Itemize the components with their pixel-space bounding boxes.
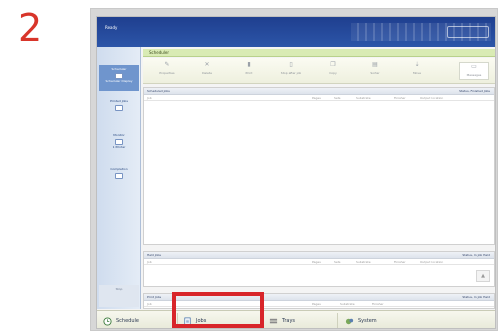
- column-header: Job: [147, 302, 152, 306]
- toolbar: ✎ Properties ✕ Delete ▮ Print ▯ Stop aft…: [143, 58, 495, 84]
- sort-icon: ▤: [372, 61, 378, 68]
- move-icon: ⇣: [414, 61, 420, 68]
- printer-control-screen: Ready Scheduled Jobs Scheduler Scheduler…: [96, 16, 496, 329]
- column-header: Pages: [312, 96, 321, 100]
- section-title: Print Jobs: [147, 295, 162, 299]
- title-bar: Ready: [97, 17, 495, 47]
- column-header: Substrate: [356, 260, 371, 264]
- copy-icon: ❐: [330, 61, 336, 68]
- column-headers: Job Pages Sets Substrate Finisher Output…: [144, 259, 494, 265]
- scheduler-header-title: Scheduler: [149, 50, 170, 55]
- column-header: Pages: [312, 302, 321, 306]
- toolbar-label: Move: [412, 71, 422, 75]
- clock-icon: [103, 316, 112, 326]
- sidebar-item-printed-jobs[interactable]: Printed Jobs: [99, 97, 139, 123]
- printer-icon: [115, 105, 123, 111]
- nav-label: Schedule: [116, 318, 139, 324]
- print-button[interactable]: ▮ Print: [231, 61, 267, 81]
- print-icon: ▮: [247, 61, 251, 68]
- bottom-navigation: Schedule Jobs Trays System: [97, 310, 495, 328]
- section-header: Scheduled Jobs Status, Finished Jobs: [144, 88, 494, 95]
- copy-button[interactable]: ❐ Copy: [315, 61, 351, 81]
- brand-logo-icon: [447, 26, 489, 38]
- sidebar-item-label: Monitor: [113, 133, 125, 137]
- sidebar: Scheduled Jobs Scheduler Scheduler Displ…: [97, 47, 141, 309]
- sidebar-stop-button[interactable]: Stop: [99, 285, 139, 307]
- column-header: Output location: [420, 96, 444, 100]
- held-jobs-list[interactable]: Held Jobs Status, In Job Held Job Pages …: [143, 251, 495, 287]
- column-header: Finisher: [372, 302, 384, 306]
- pencil-icon: ✎: [164, 61, 170, 68]
- delete-button[interactable]: ✕ Delete: [189, 61, 225, 81]
- column-header: Substrate: [356, 96, 371, 100]
- completion-icon: [115, 173, 123, 179]
- column-headers: Job Pages Sets Substrate Finisher Output…: [144, 95, 494, 101]
- nav-label: System: [358, 318, 377, 324]
- column-header: Pages: [312, 260, 321, 264]
- stop-icon: ▯: [289, 61, 293, 68]
- section-status: Status, In Job Held: [462, 295, 490, 299]
- sidebar-item-label: Completion: [110, 167, 128, 171]
- stop-after-job-button[interactable]: ▯ Stop after job: [273, 61, 309, 81]
- move-button[interactable]: ⇣ Move: [399, 61, 435, 81]
- sorter-button[interactable]: ▤ Sorter: [357, 61, 393, 81]
- system-icon: [345, 318, 354, 324]
- trays-button[interactable]: Trays: [269, 313, 296, 328]
- scheduler-header: Scheduler: [143, 49, 495, 57]
- toolbar-label: Sorter: [370, 71, 380, 75]
- toolbar-label: Stop after job: [280, 71, 302, 75]
- nav-label: Trays: [282, 318, 296, 324]
- schedule-button[interactable]: Schedule: [103, 313, 139, 328]
- sidebar-stop-label: Stop: [115, 287, 123, 291]
- column-header: Output location: [420, 260, 444, 264]
- section-status: Status, In Job Held: [462, 253, 490, 257]
- column-header: Sets: [334, 96, 341, 100]
- section-header: Held Jobs Status, In Job Held: [144, 252, 494, 259]
- scheduled-jobs-list[interactable]: Scheduled Jobs Status, Finished Jobs Job…: [143, 87, 495, 245]
- system-button[interactable]: System: [345, 313, 377, 328]
- trays-icon: [269, 318, 278, 323]
- column-header: Finisher: [394, 260, 406, 264]
- properties-button[interactable]: ✎ Properties: [149, 61, 185, 81]
- window-title: Ready: [105, 25, 118, 30]
- sidebar-item-monitor[interactable]: Monitor 1 Printer: [99, 131, 139, 157]
- message-icon: ▭: [471, 63, 477, 70]
- toolbar-label: Properties: [159, 71, 175, 75]
- jobs-button-highlight: [172, 292, 264, 328]
- toolbar-label: Delete: [202, 71, 212, 75]
- section-title: Scheduled Jobs: [147, 89, 170, 93]
- column-header: Job: [147, 260, 152, 264]
- section-status: Status, Finished Jobs: [459, 89, 490, 93]
- section-title: Held Jobs: [147, 253, 161, 257]
- sidebar-item-label: Scheduler: [111, 67, 127, 71]
- sidebar-item-sub: Scheduler Display: [105, 79, 133, 83]
- column-header: Sets: [334, 260, 341, 264]
- toolbar-label: Print: [245, 71, 253, 75]
- column-header: Substrate: [340, 302, 355, 306]
- scroll-up-button[interactable]: ▲: [476, 270, 490, 282]
- delete-icon: ✕: [204, 61, 210, 68]
- main-pane: Scheduler ✎ Properties ✕ Delete ▮ Print …: [143, 47, 495, 309]
- sidebar-item-scheduler[interactable]: Scheduled Jobs Scheduler Scheduler Displ…: [99, 65, 139, 91]
- sidebar-item-label: Printed Jobs: [110, 99, 128, 103]
- toolbar-label: Copy: [329, 71, 337, 75]
- column-header: Finisher: [394, 96, 406, 100]
- sidebar-item-sub: 1 Printer: [112, 145, 126, 149]
- toolbar-label: Messages: [466, 73, 482, 77]
- column-header: Job: [147, 96, 152, 100]
- sidebar-item-completion[interactable]: Completion: [99, 165, 139, 191]
- messages-button[interactable]: ▭ Messages: [459, 62, 489, 80]
- step-number: 2: [18, 6, 43, 50]
- divider: [337, 313, 338, 328]
